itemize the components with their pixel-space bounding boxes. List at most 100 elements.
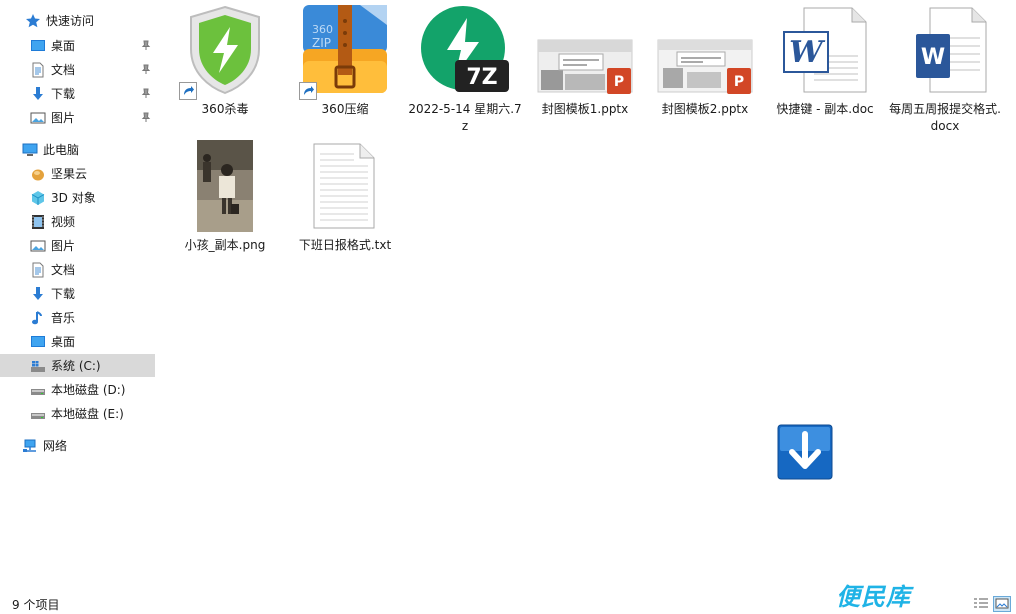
nav-label: 图片	[51, 111, 76, 125]
star-icon	[24, 13, 41, 29]
file-grid: 360杀毒 360 ZIP 360压缩 7Z 2022-5-14 星期六.7z …	[160, 0, 1016, 592]
file-item[interactable]: 小孩_副本.png	[165, 138, 285, 254]
svg-text:P: P	[614, 74, 624, 90]
nav-label: 网络	[43, 439, 68, 453]
nav-drive-d[interactable]: 本地磁盘 (D:)	[0, 378, 155, 401]
pictures-icon	[29, 238, 46, 254]
file-name: 2022-5-14 星期六.7z	[408, 102, 522, 133]
nav-3d-objects[interactable]: 3D 对象	[0, 186, 155, 209]
nav-drive-e[interactable]: 本地磁盘 (E:)	[0, 402, 155, 425]
pin-icon[interactable]	[140, 63, 152, 75]
nav-desktop[interactable]: 桌面	[0, 330, 155, 353]
shortcut-arrow-icon	[299, 82, 317, 100]
nav-quick-documents[interactable]: 文档	[0, 58, 155, 81]
nav-drive-c[interactable]: 系统 (C:)	[0, 354, 155, 377]
nav-label: 视频	[51, 215, 76, 229]
pptx-icon: P	[535, 2, 635, 98]
nav-label: 音乐	[51, 311, 76, 325]
nav-label: 桌面	[51, 335, 76, 349]
file-explorer-window: 快速访问 桌面 文档 下载 图片 此电脑 坚果云 3D 对象 视频 图片 文档 …	[0, 0, 1016, 614]
shield-icon	[175, 2, 275, 100]
pptx-icon: P	[655, 2, 755, 98]
file-item[interactable]: 7Z 2022-5-14 星期六.7z	[405, 2, 525, 135]
doc-icon: W	[775, 2, 875, 98]
cube-icon	[29, 190, 46, 206]
7z-icon: 7Z	[415, 2, 515, 98]
nav-label: 文档	[51, 263, 76, 277]
desktop-icon	[29, 334, 46, 350]
svg-text:360: 360	[312, 23, 333, 36]
txt-icon	[295, 138, 395, 234]
nav-jianguoyun[interactable]: 坚果云	[0, 162, 155, 185]
nav-network[interactable]: 网络	[0, 434, 155, 457]
file-item[interactable]: 下班日报格式.txt	[285, 138, 405, 254]
svg-text:W: W	[789, 35, 826, 70]
docx-icon: W	[895, 2, 995, 98]
file-item[interactable]: P 封图模板2.pptx	[645, 2, 765, 118]
watermark-logo: 便民库	[836, 583, 911, 611]
nav-label: 下载	[51, 87, 76, 101]
nav-label: 系统 (C:)	[51, 359, 101, 373]
nav-label: 3D 对象	[51, 191, 96, 205]
nav-documents[interactable]: 文档	[0, 258, 155, 281]
file-name: 360压缩	[321, 102, 369, 116]
file-name: 每周五周报提交格式.docx	[889, 102, 1001, 133]
music-note-icon	[29, 310, 46, 326]
nav-downloads[interactable]: 下载	[0, 282, 155, 305]
computer-icon	[21, 142, 38, 158]
svg-text:7Z: 7Z	[466, 65, 497, 90]
hard-drive-icon	[29, 406, 46, 422]
navigation-pane: 快速访问 桌面 文档 下载 图片 此电脑 坚果云 3D 对象 视频 图片 文档 …	[0, 0, 155, 592]
document-icon	[29, 62, 46, 78]
nut-cloud-icon	[29, 166, 46, 182]
file-item[interactable]: 360 ZIP 360压缩	[285, 2, 405, 118]
file-name: 封图模板2.pptx	[661, 102, 749, 116]
nav-videos[interactable]: 视频	[0, 210, 155, 233]
file-name: 小孩_副本.png	[184, 238, 266, 252]
svg-text:ZIP: ZIP	[312, 36, 331, 50]
network-icon	[21, 438, 38, 454]
nav-label: 图片	[51, 239, 76, 253]
file-item[interactable]: 360杀毒	[165, 2, 285, 118]
nav-label: 桌面	[51, 39, 76, 53]
shortcut-arrow-icon	[179, 82, 197, 100]
download-arrow-icon[interactable]	[777, 424, 833, 480]
nav-this-pc[interactable]: 此电脑	[0, 138, 155, 161]
svg-text:W: W	[921, 45, 945, 70]
nav-label: 下载	[51, 287, 76, 301]
pin-icon[interactable]	[140, 87, 152, 99]
nav-label: 本地磁盘 (E:)	[51, 407, 124, 421]
item-count: 9 个项目	[12, 598, 60, 612]
film-icon	[29, 214, 46, 230]
file-item[interactable]: P 封图模板1.pptx	[525, 2, 645, 118]
nav-label: 文档	[51, 63, 76, 77]
nav-quick-pictures[interactable]: 图片	[0, 106, 155, 129]
details-view-icon[interactable]	[972, 596, 990, 612]
nav-quick-access[interactable]: 快速访问	[0, 9, 155, 32]
file-item[interactable]: W 每周五周报提交格式.docx	[885, 2, 1005, 135]
file-name: 360杀毒	[201, 102, 249, 116]
nav-music[interactable]: 音乐	[0, 306, 155, 329]
nav-label: 快速访问	[46, 14, 95, 28]
nav-label: 此电脑	[43, 143, 80, 157]
svg-text:P: P	[734, 74, 744, 90]
nav-pictures[interactable]: 图片	[0, 234, 155, 257]
pictures-icon	[29, 110, 46, 126]
large-icons-view-icon[interactable]	[993, 596, 1011, 612]
zip-icon: 360 ZIP	[295, 2, 395, 100]
download-arrow-icon	[29, 86, 46, 102]
windows-drive-icon	[29, 358, 46, 374]
photo-icon	[175, 138, 275, 234]
file-name: 快捷键 - 副本.doc	[776, 102, 874, 116]
pin-icon[interactable]	[140, 39, 152, 51]
document-icon	[29, 262, 46, 278]
hard-drive-icon	[29, 382, 46, 398]
pin-icon[interactable]	[140, 111, 152, 123]
nav-label: 本地磁盘 (D:)	[51, 383, 126, 397]
nav-quick-desktop[interactable]: 桌面	[0, 34, 155, 57]
nav-quick-downloads[interactable]: 下载	[0, 82, 155, 105]
desktop-icon	[29, 38, 46, 54]
download-arrow-icon	[29, 286, 46, 302]
file-name: 下班日报格式.txt	[298, 238, 392, 252]
file-item[interactable]: W 快捷键 - 副本.doc	[765, 2, 885, 118]
